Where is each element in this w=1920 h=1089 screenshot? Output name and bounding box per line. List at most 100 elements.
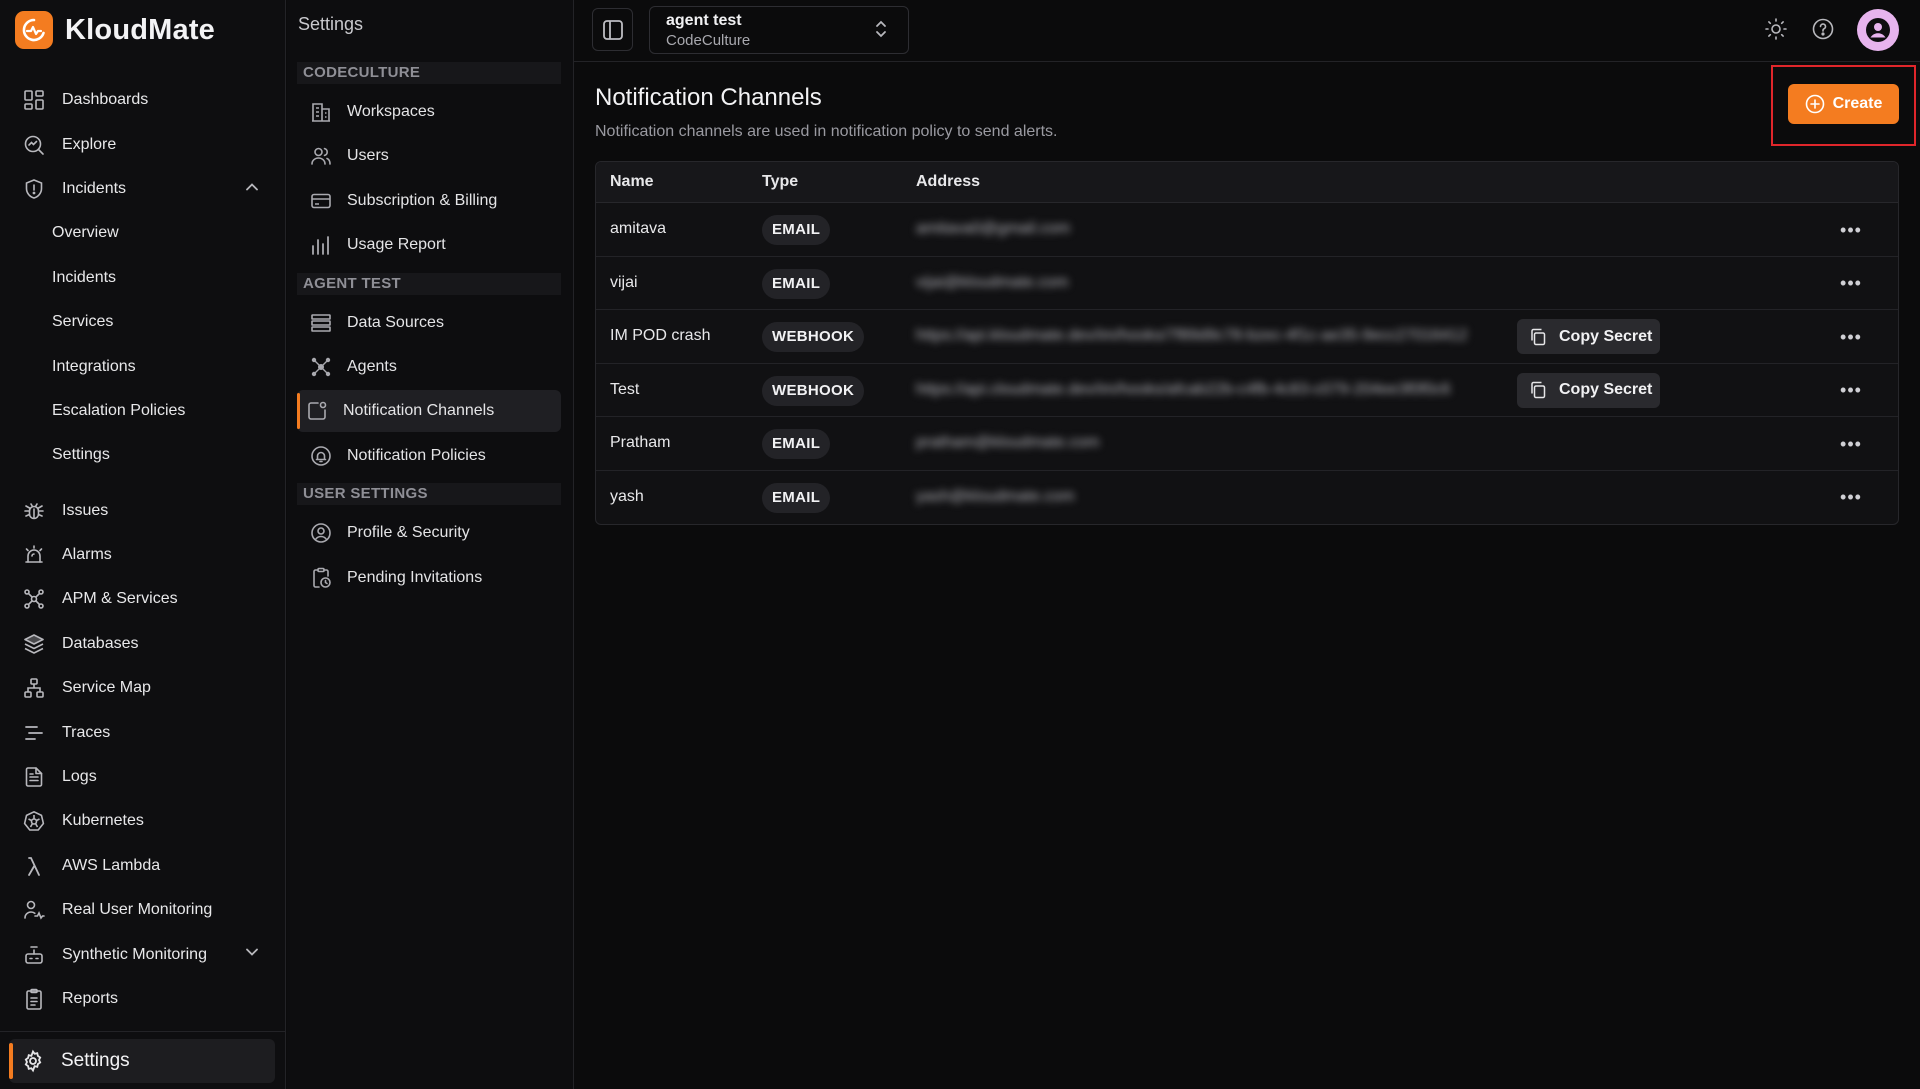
- settings-item-label: Data Sources: [347, 313, 444, 331]
- plus-circle-icon: [1805, 94, 1825, 114]
- nav-item-alarms[interactable]: Alarms: [0, 533, 286, 577]
- alarm-icon: [22, 543, 46, 567]
- nav-item-explore[interactable]: Explore: [0, 122, 286, 166]
- workspace-name: agent test: [666, 12, 742, 29]
- bug-icon: [22, 499, 46, 523]
- toggle-sidebar-button[interactable]: [592, 8, 633, 51]
- nav-item-label: Logs: [62, 768, 97, 786]
- nav-subitem-integrations[interactable]: Integrations: [0, 344, 286, 388]
- sidebar-panel-icon: [602, 19, 624, 41]
- channel-address: amitava0@gmail.com: [916, 220, 1071, 237]
- main-sidebar: KloudMate Dashboards Explore Incidents Over…: [0, 0, 286, 1089]
- nav-item-label: Real User Monitoring: [62, 901, 213, 919]
- traces-icon: [22, 721, 46, 745]
- workspace-selector[interactable]: agent test CodeCulture: [649, 6, 909, 54]
- settings-item-label: Profile & Security: [347, 524, 470, 542]
- app-logo[interactable]: KloudMate: [15, 11, 215, 49]
- settings-section-header: USER SETTINGS: [297, 483, 561, 506]
- settings-item-users[interactable]: Users: [297, 135, 561, 177]
- copy-icon: [1529, 328, 1547, 346]
- nav-item-label: Dashboards: [62, 91, 149, 109]
- copy-secret-button[interactable]: Copy Secret: [1517, 372, 1660, 408]
- copy-icon: [1529, 381, 1547, 399]
- notification-policy-icon: [309, 444, 333, 468]
- settings-item-data-sources[interactable]: Data Sources: [297, 302, 561, 344]
- apm-icon: [22, 587, 46, 611]
- settings-item-notification-policies[interactable]: Notification Policies: [297, 435, 561, 477]
- nav-item-real-user-monitoring[interactable]: Real User Monitoring: [0, 888, 286, 932]
- nav-subitem-incidents[interactable]: Incidents: [0, 256, 286, 300]
- settings-item-label: Subscription & Billing: [347, 191, 498, 209]
- workspace-org: CodeCulture: [666, 32, 751, 49]
- user-avatar-icon: [1864, 16, 1892, 44]
- user-avatar[interactable]: [1857, 9, 1899, 51]
- nav-item-dashboards[interactable]: Dashboards: [0, 78, 286, 122]
- table-header: Name Type Address: [596, 162, 1898, 203]
- help-icon[interactable]: [1809, 15, 1837, 43]
- more-options-icon[interactable]: •••: [1836, 215, 1866, 245]
- create-button[interactable]: Create: [1788, 84, 1899, 124]
- more-options-icon[interactable]: •••: [1836, 429, 1866, 459]
- settings-item-workspaces[interactable]: Workspaces: [297, 91, 561, 133]
- nav-item-label: Databases: [62, 634, 139, 652]
- copy-secret-label: Copy Secret: [1559, 327, 1653, 345]
- nav-item-incidents[interactable]: Incidents: [0, 167, 286, 211]
- gear-icon: [21, 1049, 45, 1073]
- table-row[interactable]: amitava EMAIL amitava0@gmail.com •••: [596, 203, 1898, 257]
- settings-item-label: Users: [347, 147, 389, 165]
- settings-item-label: Usage Report: [347, 236, 446, 254]
- profile-icon: [309, 521, 333, 545]
- nav-item-label: Explore: [62, 135, 117, 153]
- nav-item-settings[interactable]: Settings: [9, 1039, 275, 1083]
- nav-subitem-services[interactable]: Services: [0, 300, 286, 344]
- workspaces-icon: [309, 100, 333, 124]
- chevron-up-icon[interactable]: [244, 179, 260, 200]
- theme-toggle-sun-icon[interactable]: [1762, 15, 1790, 43]
- table-row[interactable]: IM POD crash WEBHOOK https://api.kloudmate…: [596, 310, 1898, 364]
- top-bar: agent test CodeCulture: [574, 0, 1920, 62]
- settings-item-usage-report[interactable]: Usage Report: [297, 224, 561, 266]
- settings-item-profile-security[interactable]: Profile & Security: [297, 512, 561, 554]
- more-options-icon[interactable]: •••: [1836, 376, 1866, 406]
- chevron-down-icon[interactable]: [244, 944, 260, 965]
- settings-item-label: Notification Policies: [347, 446, 486, 464]
- table-row[interactable]: Test WEBHOOK https://api.cloudmate.dev/im/…: [596, 364, 1898, 418]
- nav-item-logs[interactable]: Logs: [0, 755, 286, 799]
- shield-icon: [22, 177, 46, 201]
- more-options-icon[interactable]: •••: [1836, 483, 1866, 513]
- nav-item-service-map[interactable]: Service Map: [0, 666, 286, 710]
- nav-subitem-escalation-policies[interactable]: Escalation Policies: [0, 389, 286, 433]
- table-row[interactable]: yash EMAIL yash@kloudmate.com •••: [596, 471, 1898, 524]
- table-row[interactable]: vijai EMAIL vijai@kloudmate.com •••: [596, 257, 1898, 311]
- nav-item-apm-services[interactable]: APM & Services: [0, 577, 286, 621]
- copy-secret-button[interactable]: Copy Secret: [1517, 319, 1660, 355]
- page-subtitle: Notification channels are used in notifi…: [595, 123, 1058, 140]
- settings-item-notification-channels[interactable]: Notification Channels: [297, 390, 561, 433]
- nav-item-kubernetes[interactable]: Kubernetes: [0, 799, 286, 843]
- table-row[interactable]: Pratham EMAIL pratham@kloudmate.com •••: [596, 417, 1898, 471]
- nav-item-label: Alarms: [62, 546, 112, 564]
- channel-name: Test: [610, 380, 640, 398]
- nav-item-synthetic-monitoring[interactable]: Synthetic Monitoring: [0, 932, 286, 976]
- nav-item-aws-lambda[interactable]: AWS Lambda: [0, 844, 286, 888]
- nav-item-reports[interactable]: Reports: [0, 977, 286, 1021]
- more-options-icon[interactable]: •••: [1836, 322, 1866, 352]
- users-icon: [309, 144, 333, 168]
- nav-subitem-settings[interactable]: Settings: [0, 433, 286, 477]
- app-name: KloudMate: [65, 13, 216, 46]
- channel-name: Pratham: [610, 434, 671, 452]
- settings-item-subscription-billing[interactable]: Subscription & Billing: [297, 180, 561, 222]
- settings-item-pending-invitations[interactable]: Pending Invitations: [297, 557, 561, 599]
- nav-item-issues[interactable]: Issues: [0, 489, 286, 533]
- more-options-icon[interactable]: •••: [1836, 269, 1866, 299]
- nav-item-databases[interactable]: Databases: [0, 622, 286, 666]
- nav-item-traces[interactable]: Traces: [0, 710, 286, 754]
- settings-item-agents[interactable]: Agents: [297, 346, 561, 388]
- nav-item-label: Settings: [61, 1050, 130, 1071]
- settings-item-label: Notification Channels: [343, 402, 495, 420]
- column-header-type: Type: [762, 173, 799, 190]
- nav-subitem-overview[interactable]: Overview: [0, 211, 286, 255]
- channel-address: https://api.cloudmate.dev/im/hooks/afcab…: [916, 380, 1451, 398]
- bar-chart-icon: [309, 233, 333, 257]
